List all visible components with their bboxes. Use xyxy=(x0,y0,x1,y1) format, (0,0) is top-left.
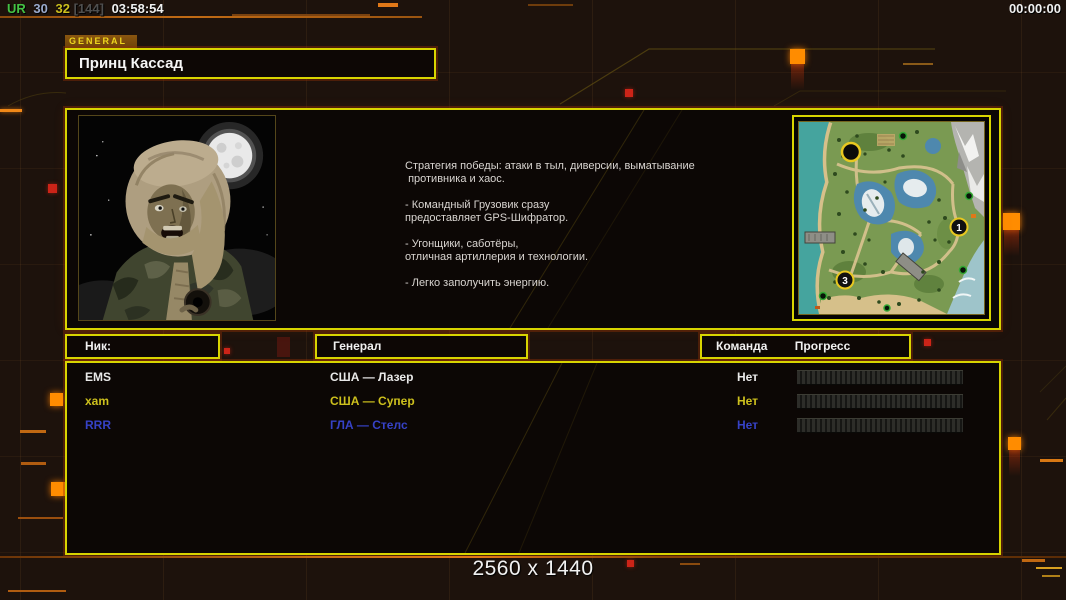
general-info-panel: Стратегия победы: атаки в тыл, диверсии,… xyxy=(65,108,1001,330)
header-nick: Ник: xyxy=(65,334,220,359)
decor-square xyxy=(625,89,633,97)
decor-dash xyxy=(18,517,63,519)
decor-dash xyxy=(903,63,933,65)
decor-dash xyxy=(20,430,46,433)
status-net: UR xyxy=(7,1,26,16)
portrait-image xyxy=(79,116,275,320)
decor-square xyxy=(51,482,65,496)
player-nick: xam xyxy=(85,394,110,408)
decor-square xyxy=(924,339,931,346)
decor-dash xyxy=(1040,459,1063,462)
decor-square xyxy=(48,184,57,193)
decor-dash xyxy=(0,109,22,112)
progress-bar xyxy=(797,418,963,433)
general-name-box: Принц Кассад xyxy=(65,48,436,79)
status-fps-cap: [144] xyxy=(73,1,104,16)
game-loading-screen: UR 30 32 [144] 03:58:54 00:00:00 GENERAL… xyxy=(0,0,1066,600)
player-row: RRR ГЛА — Стелс Нет xyxy=(67,414,999,438)
status-ping: 30 xyxy=(33,1,48,16)
player-nick: RRR xyxy=(85,418,111,432)
players-panel: EMS США — Лазер Нет xam США — Супер Нет … xyxy=(65,361,1001,555)
match-timer: 00:00:00 xyxy=(1008,1,1061,16)
player-general: ГЛА — Стелс xyxy=(330,418,408,432)
decor-square xyxy=(1003,213,1020,256)
player-team: Нет xyxy=(737,394,759,408)
start-marker-1: 1 xyxy=(956,223,962,234)
player-team: Нет xyxy=(737,418,759,432)
header-team-progress: Команда Прогресс xyxy=(700,334,911,359)
general-name: Принц Кассад xyxy=(79,55,184,72)
decor-square xyxy=(1008,437,1021,476)
map-image: 1 3 xyxy=(799,122,984,314)
progress-bar xyxy=(797,394,963,409)
status-bar: UR 30 32 [144] 03:58:54 00:00:00 xyxy=(0,0,1066,18)
header-team: Команда xyxy=(716,339,768,353)
header-general: Генерал xyxy=(315,334,528,359)
start-marker-3: 3 xyxy=(842,276,848,287)
general-tab-label: GENERAL xyxy=(65,35,137,48)
progress-bar xyxy=(797,370,963,385)
decor-square xyxy=(277,337,290,357)
decor-square xyxy=(50,393,63,406)
strategy-text: Стратегия победы: атаки в тыл, диверсии,… xyxy=(405,160,695,289)
resolution-label: 2560 x 1440 xyxy=(472,557,594,580)
status-clock: 03:58:54 xyxy=(111,1,164,16)
decor-square xyxy=(790,49,805,90)
player-row: xam США — Супер Нет xyxy=(67,390,999,414)
player-nick: EMS xyxy=(85,370,112,384)
decor-square xyxy=(224,348,230,354)
player-row: EMS США — Лазер Нет xyxy=(67,366,999,390)
decor-dash xyxy=(8,590,66,592)
map-preview: 1 3 xyxy=(798,121,985,315)
general-portrait xyxy=(78,115,276,321)
player-general: США — Супер xyxy=(330,394,415,408)
header-progress: Прогресс xyxy=(794,339,851,353)
map-preview-frame: 1 3 xyxy=(792,115,991,321)
player-team: Нет xyxy=(737,370,759,384)
decor-dash xyxy=(21,462,46,465)
player-general: США — Лазер xyxy=(330,370,414,384)
status-fps: 32 xyxy=(55,1,70,16)
gentool-overlay: UR 30 32 [144] 03:58:54 xyxy=(7,1,168,16)
